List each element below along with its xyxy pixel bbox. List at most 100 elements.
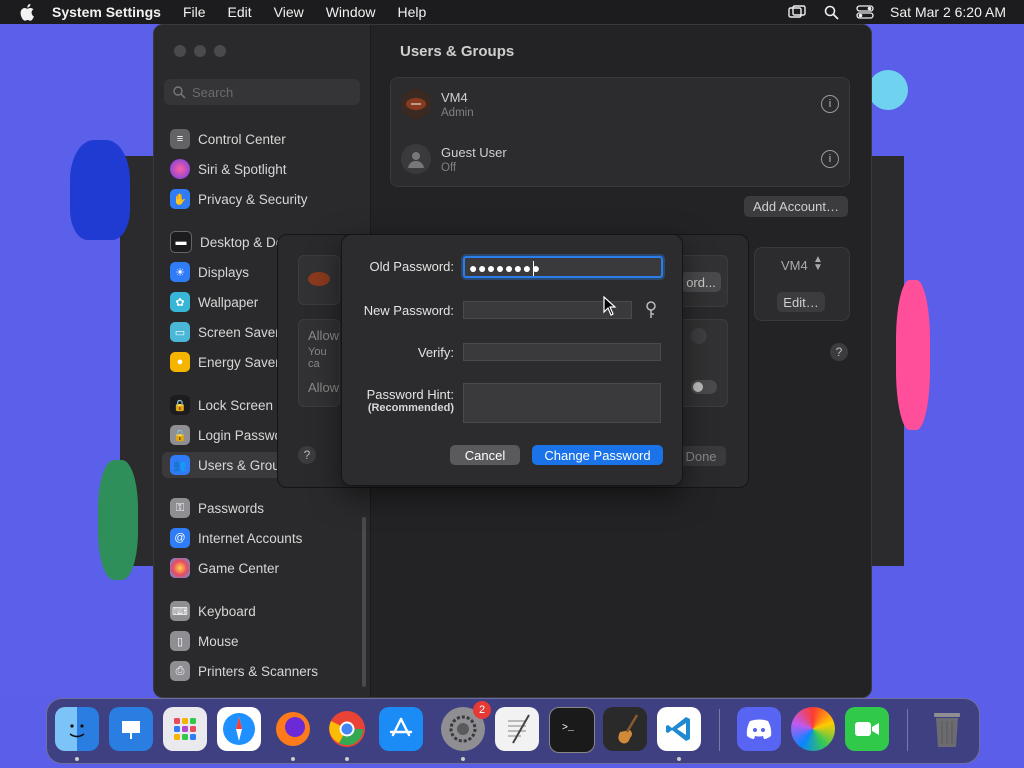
mouse-cursor-icon (603, 296, 617, 316)
menu-file[interactable]: File (183, 4, 206, 20)
sidebar-item-label: Privacy & Security (198, 191, 308, 207)
help-button[interactable]: ? (298, 446, 316, 464)
running-indicator (291, 757, 295, 761)
firefox-icon[interactable] (271, 707, 315, 751)
sidebar-item-label: Displays (198, 264, 250, 280)
menu-clock[interactable]: Sat Mar 2 6:20 AM (890, 4, 1006, 20)
page-title: Users & Groups (400, 43, 515, 60)
notification-badge: 2 (473, 701, 491, 719)
sidebar-item-siri-spotlight[interactable]: Siri & Spotlight (170, 156, 360, 182)
search-field[interactable]: Search (164, 79, 360, 105)
toggle-switch[interactable] (691, 328, 707, 344)
toggle-switch[interactable] (691, 380, 717, 394)
garageband-icon[interactable] (603, 707, 647, 751)
color-picker-icon[interactable] (791, 707, 835, 751)
launchpad-icon[interactable] (163, 707, 207, 751)
vscode-icon[interactable] (657, 707, 701, 751)
password-hint-sublabel: (Recommended) (367, 402, 454, 414)
control-center-icon[interactable] (856, 4, 874, 20)
sidebar-item-label: Mouse (198, 633, 239, 649)
wallpaper-figure-left (70, 140, 130, 240)
close-button[interactable] (174, 45, 186, 57)
chrome-icon[interactable] (325, 707, 369, 751)
minimize-button[interactable] (194, 45, 206, 57)
sidebar-item-label: Control Center (198, 131, 286, 147)
textedit-icon[interactable] (495, 707, 539, 751)
wallpaper-figure-right (896, 280, 930, 430)
safari-icon[interactable] (217, 707, 261, 751)
sidebar-item-label: Printers & Scanners (198, 663, 319, 679)
edit-button[interactable]: Edit… (777, 292, 825, 312)
info-icon[interactable]: i (821, 150, 839, 168)
trash-icon[interactable] (925, 707, 969, 751)
sidebar-item-passwords[interactable]: ⚿ Passwords (170, 495, 360, 521)
window-controls (174, 45, 226, 57)
dock: 2 >_ (46, 698, 980, 764)
old-password-value: ●●●●●●●● (469, 260, 541, 276)
users-list: VM4 Admin i Guest User Off i (390, 77, 850, 187)
verify-label: Verify: (417, 345, 454, 360)
sidebar-item-label: Wallpaper (198, 294, 259, 310)
password-hint-field[interactable] (463, 383, 661, 423)
password-hint-title: Password Hint: (366, 387, 454, 402)
keynote-icon[interactable] (109, 707, 153, 751)
system-settings-icon[interactable]: 2 (441, 701, 491, 751)
hand-icon: ✋ (170, 189, 190, 209)
sidebar-item-label: Lock Screen (198, 397, 274, 413)
terminal-icon[interactable]: >_ (549, 707, 595, 753)
add-account-button[interactable]: Add Account… (744, 196, 848, 217)
flower-icon: ✿ (170, 292, 190, 312)
apple-menu-icon[interactable] (18, 2, 38, 22)
old-password-field[interactable]: ●●●●●●●● (463, 256, 663, 278)
discord-icon[interactable] (737, 707, 781, 751)
user-name: Guest User (441, 144, 507, 160)
user-role: Off (441, 161, 457, 174)
allow-sublabel: You ca (308, 346, 327, 370)
screen-saver-icon: ▭ (170, 322, 190, 342)
lock-icon: 🔒 (170, 395, 190, 415)
sidebar-item-printers-scanners[interactable]: ⎙ Printers & Scanners (170, 658, 360, 684)
key-icon[interactable] (644, 301, 658, 319)
finder-icon[interactable] (55, 707, 99, 751)
sun-icon: ☀ (170, 262, 190, 282)
info-icon[interactable]: i (821, 95, 839, 113)
sidebar-item-label: Keyboard (198, 603, 256, 619)
done-button[interactable]: Done (676, 446, 726, 466)
running-indicator (345, 757, 349, 761)
menu-window[interactable]: Window (326, 4, 376, 20)
password-hint-label: Password Hint: (Recommended) (367, 387, 454, 414)
verify-field[interactable] (463, 343, 661, 361)
app-store-icon[interactable] (379, 707, 423, 751)
sidebar-item-keyboard[interactable]: ⌨ Keyboard (170, 598, 360, 624)
menu-help[interactable]: Help (398, 4, 427, 20)
sidebar-item-mouse[interactable]: ▯ Mouse (170, 628, 360, 654)
sidebar-item-label: Screen Saver (198, 324, 280, 340)
game-center-icon (170, 558, 190, 578)
search-icon (173, 86, 186, 99)
menu-view[interactable]: View (274, 4, 304, 20)
menu-app-name[interactable]: System Settings (52, 4, 161, 20)
key-icon: ⚿ (170, 498, 190, 518)
sidebar-item-internet-accounts[interactable]: @ Internet Accounts (170, 525, 360, 551)
sidebar-item-privacy-security[interactable]: ✋ Privacy & Security (170, 186, 360, 212)
sidebar-item-game-center[interactable]: Game Center (170, 555, 360, 581)
sidebar-scrollbar[interactable] (362, 517, 366, 687)
menu-edit[interactable]: Edit (228, 4, 252, 20)
dock-separator (907, 709, 908, 751)
cancel-button[interactable]: Cancel (450, 445, 520, 465)
facetime-icon[interactable] (845, 707, 889, 751)
help-button[interactable]: ? (830, 343, 848, 361)
screen-mirroring-icon[interactable] (788, 4, 806, 20)
old-password-label: Old Password: (369, 259, 454, 274)
auto-login-value[interactable]: VM4 (781, 258, 808, 273)
allow-label: Allow (308, 328, 340, 343)
user-row-guest[interactable]: Guest User Off i (401, 139, 839, 179)
sidebar-item-control-center[interactable]: ≡ Control Center (170, 126, 360, 152)
change-password-button[interactable]: Change Password (532, 445, 663, 465)
zoom-button[interactable] (214, 45, 226, 57)
change-password-button[interactable]: ord... (681, 272, 721, 292)
user-role: Admin (441, 106, 474, 119)
search-icon[interactable] (822, 4, 840, 20)
user-row-vm4[interactable]: VM4 Admin i (401, 84, 839, 124)
search-placeholder: Search (192, 84, 234, 100)
